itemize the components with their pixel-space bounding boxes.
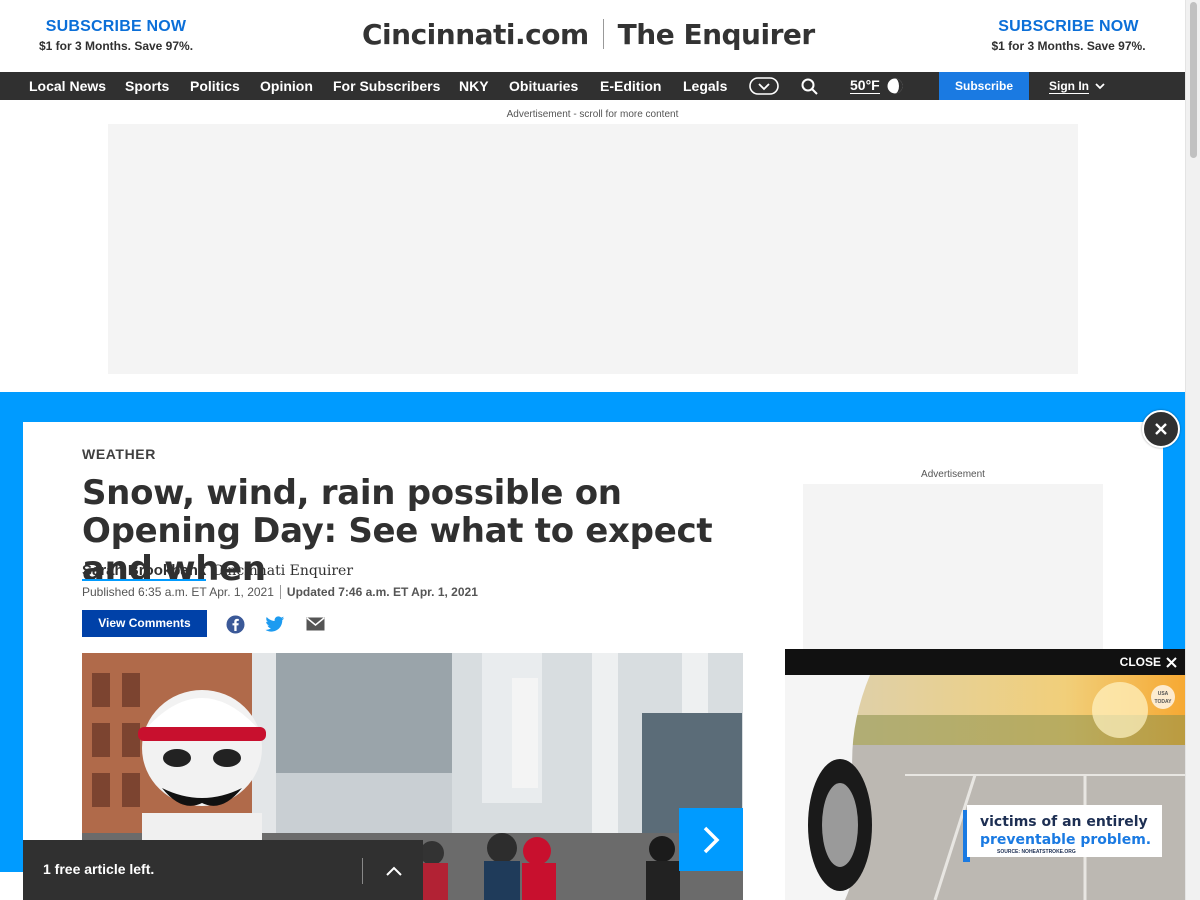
more-toggle-icon[interactable] — [749, 76, 779, 96]
paywall-divider — [362, 858, 363, 884]
paywall-expand-button[interactable] — [379, 858, 409, 884]
promo-subtitle: $1 for 3 Months. Save 97%. — [991, 39, 1146, 53]
next-photo-button[interactable] — [679, 808, 743, 871]
video-close-button[interactable]: CLOSE — [1120, 649, 1177, 675]
sign-in-label: Sign In — [1049, 78, 1089, 94]
free-articles-text: 1 free article left. — [43, 861, 155, 877]
nav-item-local-news[interactable]: Local News — [29, 72, 106, 100]
nav-item-legals[interactable]: Legals — [683, 72, 727, 100]
updated-date: Updated 7:46 a.m. ET Apr. 1, 2021 — [286, 585, 478, 599]
brand-secondary: The Enquirer — [617, 17, 816, 51]
partly-cloudy-icon — [887, 78, 903, 94]
view-comments-button[interactable]: View Comments — [82, 610, 207, 637]
chevron-down-icon — [1095, 83, 1105, 90]
nav-item-nky[interactable]: NKY — [459, 72, 489, 100]
ad-label: Advertisement - scroll for more content — [506, 109, 679, 120]
author-organization: Cincinnati Enquirer — [212, 563, 354, 579]
close-icon — [1155, 423, 1167, 435]
twitter-icon[interactable] — [265, 614, 285, 634]
paywall-bar: 1 free article left. — [23, 840, 423, 900]
usa-today-badge: USA TODAY — [1151, 685, 1175, 709]
nav-item-politics[interactable]: Politics — [190, 72, 240, 100]
video-close-label: CLOSE — [1119, 655, 1161, 669]
chevron-up-icon — [386, 866, 402, 876]
caption-source: SOURCE: NOHEATSTROKE.ORG — [997, 849, 1076, 855]
caption-line-2: preventable problem. — [980, 832, 1152, 848]
section-label[interactable]: WEATHER — [82, 446, 156, 462]
nav-item-e-edition[interactable]: E-Edition — [600, 72, 661, 100]
facebook-icon[interactable] — [225, 614, 245, 634]
chevron-right-icon — [703, 826, 720, 853]
page-scrollbar[interactable] — [1185, 0, 1200, 900]
search-icon[interactable] — [799, 76, 819, 96]
video-caption: victims of an entirely preventable probl… — [967, 805, 1162, 857]
promo-title: SUBSCRIBE NOW — [998, 18, 1139, 35]
site-logo[interactable]: Cincinnati.com The Enquirer — [362, 16, 815, 52]
brand-divider — [602, 19, 604, 49]
side-ad-slot[interactable] — [803, 484, 1103, 674]
published-date: Published 6:35 a.m. ET Apr. 1, 2021 — [82, 585, 274, 599]
nav-item-opinion[interactable]: Opinion — [260, 72, 313, 100]
caption-line-1: victims of an entirely — [980, 814, 1148, 830]
weather-temp: 50°F — [850, 77, 880, 94]
weather-widget[interactable]: 50°F — [850, 72, 904, 100]
subscribe-promo-right[interactable]: SUBSCRIBE NOW $1 for 3 Months. Save 97%. — [986, 18, 1151, 53]
ad-label: Advertisement — [921, 469, 985, 480]
author-link[interactable]: Sarah Brookbank — [82, 562, 207, 581]
nav-item-sports[interactable]: Sports — [125, 72, 169, 100]
subscribe-promo-left[interactable]: SUBSCRIBE NOW $1 for 3 Months. Save 97%. — [36, 18, 196, 53]
video-player: CLOSE USA TODAY victims of an entirely p… — [785, 649, 1185, 900]
sign-in-menu[interactable]: Sign In — [1049, 72, 1105, 100]
scrollbar-thumb[interactable] — [1190, 2, 1197, 158]
video-frame[interactable]: USA TODAY victims of an entirely prevent… — [785, 675, 1185, 900]
close-icon — [1166, 656, 1177, 668]
brand-primary: Cincinnati.com — [362, 17, 589, 51]
close-overlay-button[interactable] — [1142, 410, 1180, 448]
byline: Sarah Brookbank Cincinnati Enquirer — [82, 562, 353, 581]
main-nav: Local News Sports Politics Opinion For S… — [0, 72, 1185, 100]
nav-item-obituaries[interactable]: Obituaries — [509, 72, 578, 100]
masthead: SUBSCRIBE NOW $1 for 3 Months. Save 97%.… — [0, 0, 1185, 72]
video-bar: CLOSE — [785, 649, 1185, 675]
nav-item-for-subscribers[interactable]: For Subscribers — [333, 72, 440, 100]
subscribe-button[interactable]: Subscribe — [939, 72, 1029, 100]
top-ad-slot[interactable] — [108, 124, 1078, 374]
email-icon[interactable] — [305, 614, 325, 634]
date-divider — [279, 585, 281, 599]
promo-subtitle: $1 for 3 Months. Save 97%. — [38, 39, 194, 53]
article-dates: Published 6:35 a.m. ET Apr. 1, 2021 Upda… — [82, 585, 478, 599]
video-still — [785, 675, 1185, 900]
promo-title: SUBSCRIBE NOW — [45, 18, 187, 35]
